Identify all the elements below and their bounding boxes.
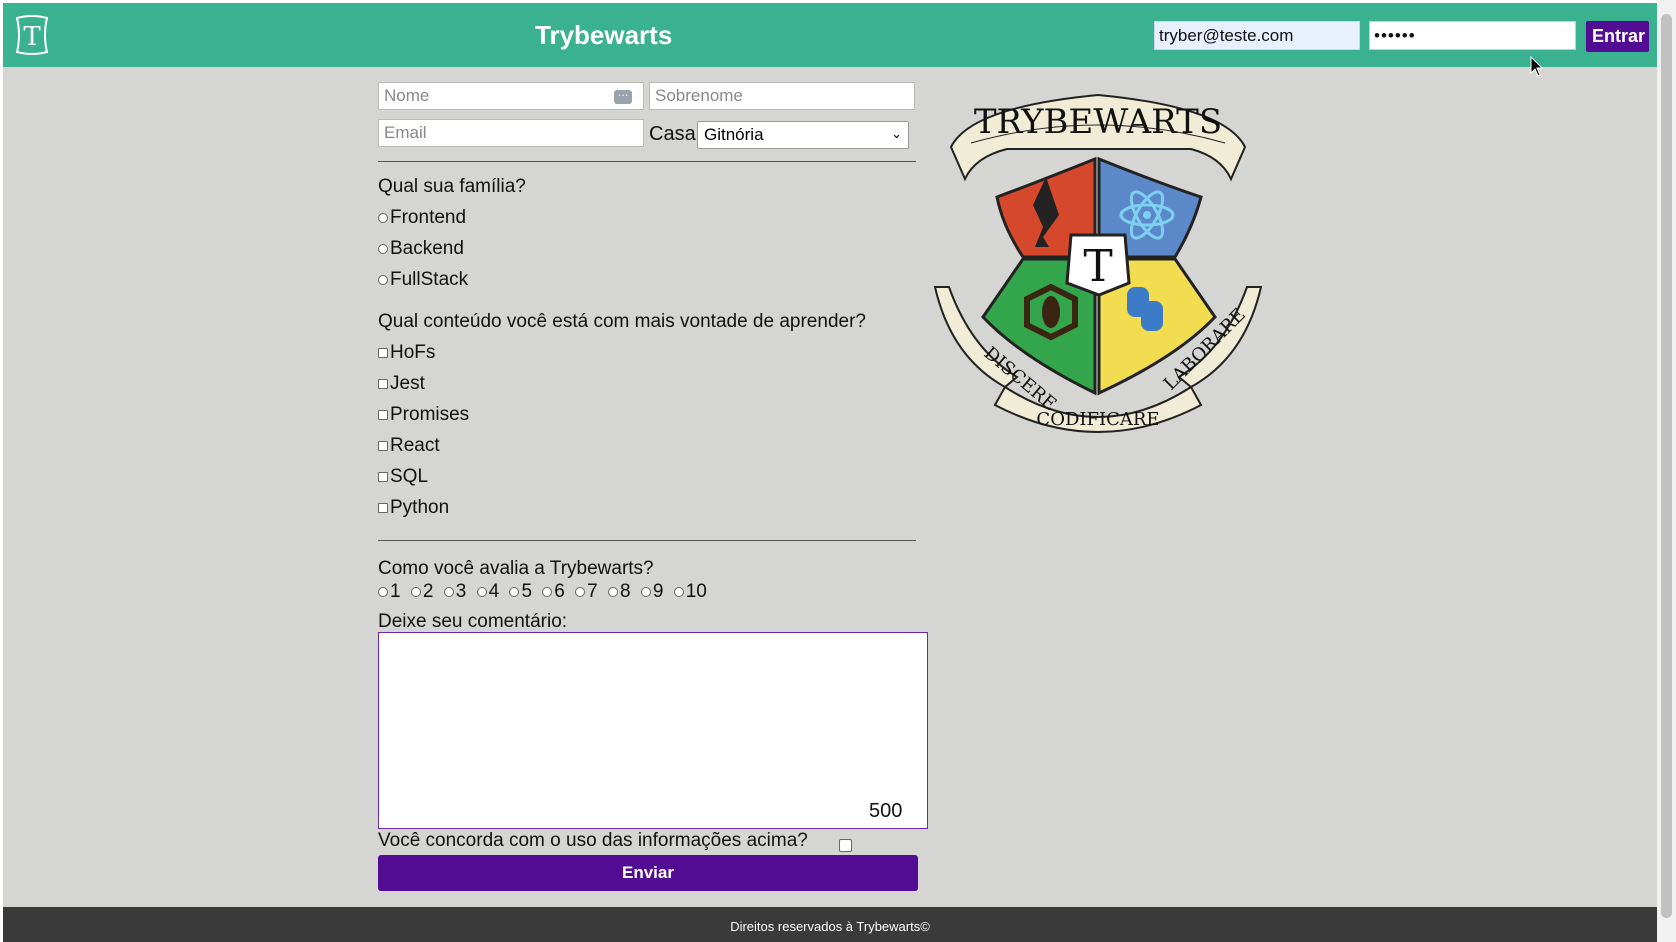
radio-button[interactable]	[640, 586, 651, 597]
rate-question: Como você avalia a Trybewarts?	[378, 558, 654, 579]
family-question: Qual sua família?	[378, 176, 526, 197]
rate-option-9[interactable]: 9	[640, 581, 663, 603]
vertical-scrollbar[interactable]	[1657, 0, 1676, 942]
comment-textarea[interactable]	[378, 632, 928, 829]
rate-option-3[interactable]: 3	[443, 581, 466, 603]
checkbox[interactable]	[378, 409, 388, 420]
crest-motto-center: CODIFICARE	[1036, 409, 1159, 430]
rate-option-4[interactable]: 4	[476, 581, 499, 603]
checkbox[interactable]	[378, 347, 388, 358]
family-option-fullstack[interactable]: FullStack	[378, 269, 468, 291]
email-input[interactable]	[378, 119, 644, 147]
content-option-jest[interactable]: Jest	[378, 373, 425, 395]
login-button[interactable]: Entrar	[1586, 21, 1649, 52]
content-option-promises[interactable]: Promises	[378, 404, 469, 426]
checkbox[interactable]	[378, 440, 388, 451]
login-email-input[interactable]	[1154, 21, 1360, 50]
radio-button[interactable]	[378, 243, 388, 254]
radio-button[interactable]	[575, 586, 586, 597]
radio-button[interactable]	[509, 586, 520, 597]
agreement-label: Você concorda com o uso das informações …	[378, 830, 808, 851]
rate-option-2[interactable]: 2	[410, 581, 433, 603]
page-title: Trybewarts	[535, 20, 673, 50]
svg-text:T: T	[23, 22, 41, 52]
checkbox[interactable]	[378, 378, 388, 389]
rate-option-6[interactable]: 6	[542, 581, 565, 603]
divider	[378, 540, 916, 541]
house-label: Casa	[649, 123, 696, 145]
rate-option-8[interactable]: 8	[608, 581, 631, 603]
crest-banner-text: TRYBEWARTS	[974, 102, 1222, 142]
rate-option-10[interactable]: 10	[673, 581, 707, 603]
radio-button[interactable]	[378, 274, 388, 285]
family-option-frontend[interactable]: Frontend	[378, 207, 466, 229]
rate-options: 1 2 3 4 5 6 7 8 9 10	[378, 581, 712, 603]
comment-label: Deixe seu comentário:	[378, 611, 568, 632]
radio-button[interactable]	[542, 586, 553, 597]
divider	[378, 161, 916, 162]
house-select[interactable]: Gitnória ⌄	[697, 121, 909, 149]
content-question: Qual conteúdo você está com mais vontade…	[378, 311, 866, 332]
content-option-python[interactable]: Python	[378, 497, 449, 519]
agreement-checkbox[interactable]	[839, 839, 852, 852]
chevron-down-icon: ⌄	[891, 126, 902, 141]
content-option-hofs[interactable]: HoFs	[378, 342, 435, 364]
mouse-cursor-icon	[1530, 56, 1544, 77]
radio-button[interactable]	[673, 586, 684, 597]
radio-button[interactable]	[443, 586, 454, 597]
footer-text: Direitos reservados à Trybewarts©	[730, 919, 930, 934]
content-option-sql[interactable]: SQL	[378, 466, 428, 488]
submit-button[interactable]: Enviar	[378, 855, 918, 891]
checkbox[interactable]	[378, 471, 388, 482]
radio-button[interactable]	[410, 586, 421, 597]
autofill-key-icon[interactable]: ···	[614, 90, 632, 104]
char-counter: 500	[869, 800, 903, 822]
last-name-input[interactable]	[649, 82, 915, 110]
rate-option-5[interactable]: 5	[509, 581, 532, 603]
radio-button[interactable]	[476, 586, 487, 597]
trybewarts-crest-image: TRYBEWARTS T DISCERE CODIFICARE LABORARE	[933, 93, 1263, 433]
content-option-react[interactable]: React	[378, 435, 440, 457]
footer: Direitos reservados à Trybewarts©	[3, 907, 1657, 942]
page: T Trybewarts Entrar ··· Casa Gitnória ⌄ …	[3, 3, 1657, 942]
rate-option-7[interactable]: 7	[575, 581, 598, 603]
house-select-value: Gitnória	[704, 125, 764, 144]
login-password-input[interactable]	[1369, 21, 1576, 50]
header: T Trybewarts Entrar	[3, 3, 1657, 67]
radio-button[interactable]	[378, 212, 388, 223]
radio-button[interactable]	[608, 586, 619, 597]
radio-button[interactable]	[378, 586, 388, 597]
rate-option-1[interactable]: 1	[378, 581, 401, 603]
trybewarts-logo-icon: T	[15, 15, 49, 55]
checkbox[interactable]	[378, 502, 388, 513]
scrollbar-thumb[interactable]	[1661, 14, 1672, 918]
crest-letter: T	[1083, 241, 1112, 292]
first-name-input[interactable]	[378, 82, 644, 110]
family-option-backend[interactable]: Backend	[378, 238, 464, 260]
